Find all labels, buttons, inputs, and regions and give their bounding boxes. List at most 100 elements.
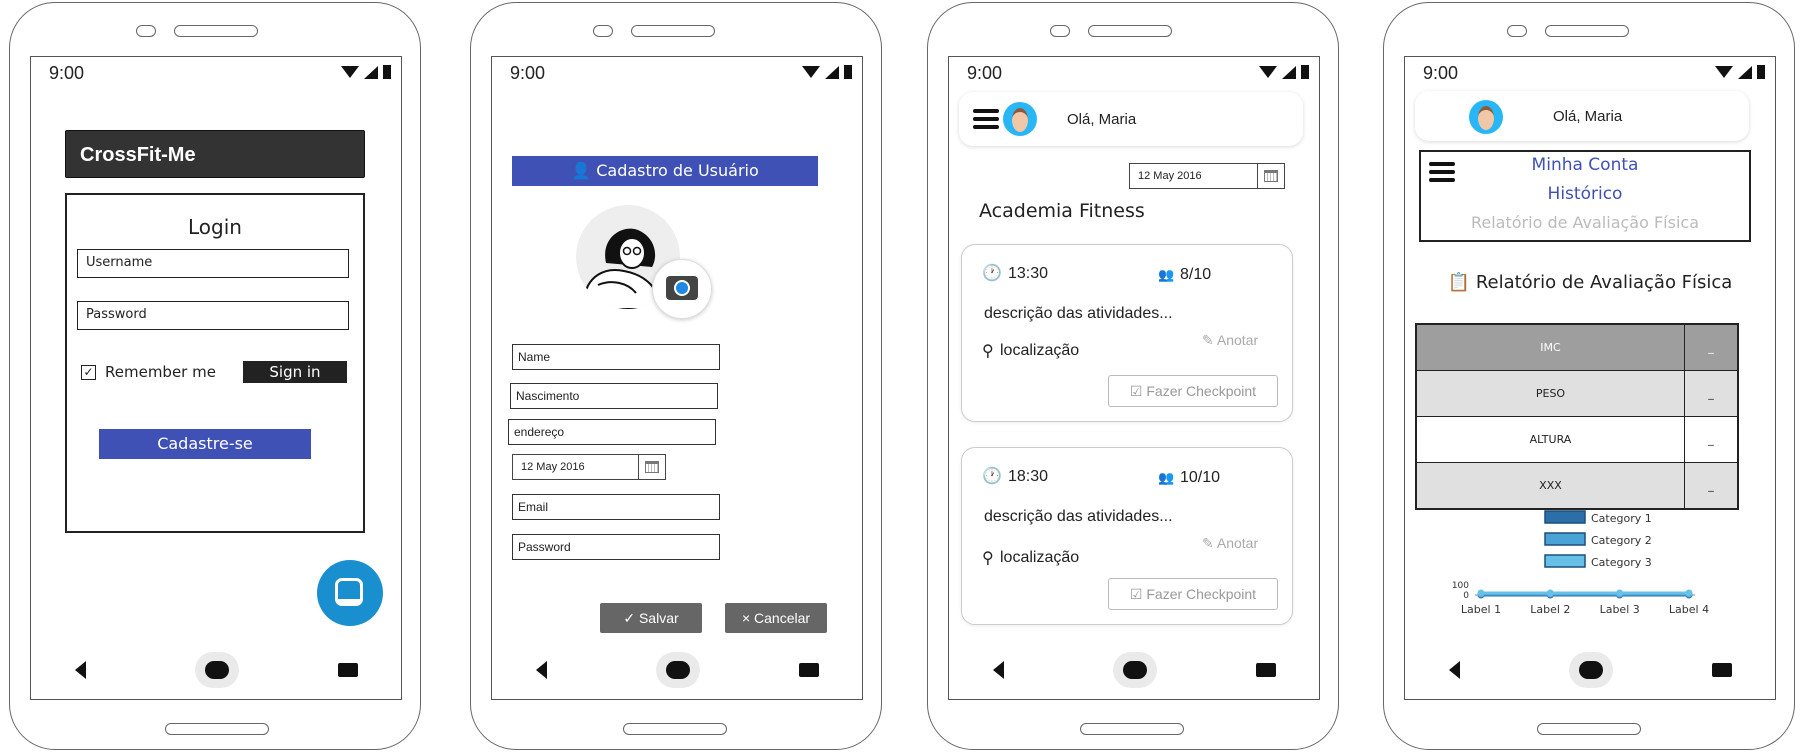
class-time: 13:30 (1008, 265, 1049, 282)
wifi-icon (1715, 66, 1733, 78)
class-capacity: 10/10 (1180, 469, 1221, 486)
status-time: 9:00 (1423, 63, 1459, 83)
status-bar: 9:00 (967, 63, 1309, 85)
cancel-button[interactable]: × Cancelar (725, 603, 827, 633)
calendar-icon[interactable] (638, 455, 665, 479)
report-table: IMC _ PESO _ ALTURA _ XXX _ (1415, 323, 1739, 510)
register-button[interactable]: Cadastre-se (99, 429, 311, 459)
signal-icon (1282, 65, 1296, 79)
phone-home-indicator (1537, 723, 1641, 735)
class-description: descrição das atividades... (984, 508, 1173, 525)
date-value: 12 May 2016 (521, 461, 585, 473)
class-location: localização (1000, 549, 1080, 566)
status-time: 9:00 (967, 63, 1003, 83)
brand-name: CrossFit-Me (80, 144, 196, 166)
home-icon[interactable] (1579, 661, 1603, 679)
user-add-icon: 👤 (571, 161, 592, 180)
back-icon[interactable] (1449, 661, 1460, 679)
remember-checkbox[interactable]: ✓ (81, 365, 96, 380)
date-picker[interactable]: 12 May 2016 (512, 454, 666, 480)
login-title: Login (188, 215, 242, 239)
back-icon[interactable] (993, 661, 1004, 679)
status-time: 9:00 (510, 63, 546, 83)
username-input[interactable]: Username (77, 249, 349, 278)
email-input[interactable]: Email (512, 494, 720, 520)
back-icon[interactable] (536, 661, 547, 679)
note-button[interactable]: ✎ Anotar (1202, 535, 1258, 552)
address-input[interactable]: endereço (508, 419, 716, 445)
avatar[interactable] (1469, 100, 1503, 134)
camera-icon (666, 276, 698, 300)
password-input[interactable]: Password (512, 534, 720, 560)
battery-icon (844, 65, 852, 79)
legend-label: Category 1 (1591, 512, 1652, 525)
signin-button[interactable]: Sign in (243, 361, 347, 383)
birth-input[interactable]: Nascimento (510, 383, 718, 409)
row-label: IMC (1415, 323, 1685, 371)
login-box: Login Username Password ✓ Remember me Si… (65, 193, 365, 533)
clock-icon: 🕐 (982, 265, 1002, 282)
name-input[interactable]: Name (512, 344, 720, 370)
menu-item-account[interactable]: Minha Conta (1421, 155, 1749, 175)
menu-icon[interactable] (973, 109, 999, 129)
nav-bar (1405, 639, 1775, 699)
date-picker[interactable]: 12 May 2016 (1129, 163, 1285, 189)
checkpoint-button[interactable]: ☑ Fazer Checkpoint (1108, 578, 1278, 610)
x-tick-label: Label 2 (1530, 603, 1570, 616)
location-icon: ⚲ (982, 550, 994, 567)
legend-label: Category 3 (1591, 556, 1652, 569)
save-button[interactable]: ✓ Salvar (600, 603, 702, 633)
phone-speaker (1088, 25, 1172, 37)
home-icon[interactable] (1123, 661, 1147, 679)
edit-icon: ✎ (1202, 535, 1217, 551)
battery-icon (1757, 65, 1765, 79)
phone-sensor (1507, 25, 1527, 37)
legend-swatch (1544, 554, 1586, 568)
save-label: Salvar (638, 610, 679, 626)
menu-item-report[interactable]: Relatório de Avaliação Física (1421, 213, 1749, 232)
row-label: XXX (1415, 462, 1685, 510)
status-bar: 9:00 (510, 63, 852, 85)
row-value: _ (1683, 462, 1739, 510)
class-card: 🕐 13:30 👥 8/10 descrição das atividades.… (961, 244, 1293, 422)
nav-bar (949, 639, 1319, 699)
phone-login: 9:00 CrossFit-Me Login Username Password… (9, 2, 421, 750)
home-icon[interactable] (666, 661, 690, 679)
password-input[interactable]: Password (77, 301, 349, 330)
chat-button[interactable] (317, 560, 383, 626)
avatar[interactable] (1003, 102, 1037, 136)
recents-icon[interactable] (799, 663, 819, 677)
recents-icon[interactable] (1256, 663, 1276, 677)
people-icon: 👥 (1158, 470, 1175, 485)
checkpoint-label: Fazer Checkpoint (1146, 586, 1257, 602)
note-button[interactable]: ✎ Anotar (1202, 332, 1258, 349)
checkpoint-button[interactable]: ☑ Fazer Checkpoint (1108, 375, 1278, 407)
battery-icon (1301, 65, 1309, 79)
wifi-icon (341, 66, 359, 78)
signal-icon (364, 65, 378, 79)
clipboard-icon: 📋 (1447, 272, 1471, 293)
edit-icon: ✎ (1202, 332, 1217, 348)
checkpoint-label: Fazer Checkpoint (1146, 383, 1257, 399)
class-description: descrição das atividades... (984, 305, 1173, 322)
camera-button[interactable] (652, 259, 712, 319)
report-chart: Category 1 Category 2 Category 3 1000 Label … (1452, 510, 1709, 616)
phone-home-indicator (1080, 723, 1184, 735)
menu-item-history[interactable]: Histórico (1421, 184, 1749, 204)
data-point (1477, 589, 1485, 597)
greeting: Olá, Maria (1067, 111, 1137, 128)
phone-classes: 9:00 Olá, Maria 12 May 2016 Academia Fit… (927, 2, 1339, 750)
home-icon[interactable] (205, 661, 229, 679)
calendar-icon[interactable] (1257, 164, 1284, 188)
battery-icon (383, 65, 391, 79)
class-capacity: 8/10 (1180, 266, 1212, 283)
table-row: XXX _ (1415, 462, 1739, 510)
recents-icon[interactable] (1712, 663, 1732, 677)
wifi-icon (1259, 66, 1277, 78)
status-bar: 9:00 (1423, 63, 1765, 85)
back-icon[interactable] (75, 661, 86, 679)
recents-icon[interactable] (338, 663, 358, 677)
class-location: localização (1000, 342, 1080, 359)
report-screen: 9:00 Olá, Maria Minha Conta Histórico Re… (1404, 56, 1776, 700)
legend-swatch (1544, 532, 1586, 546)
